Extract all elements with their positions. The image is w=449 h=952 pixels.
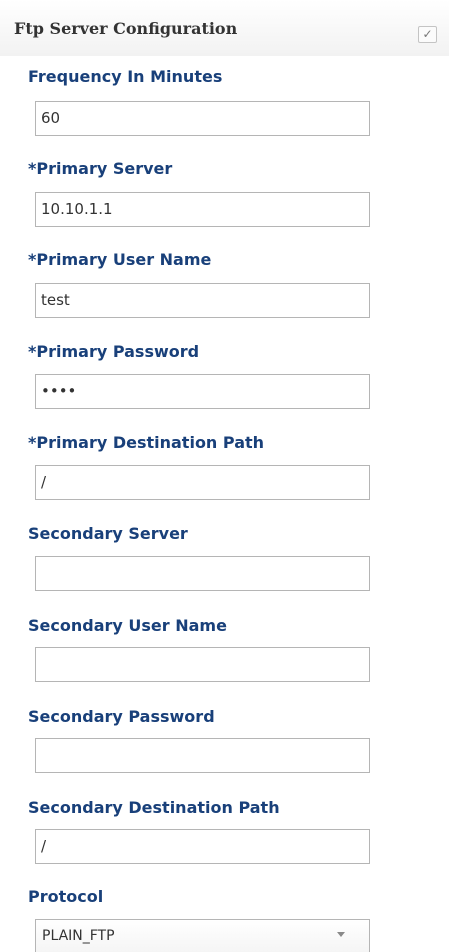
primary-password-label: *Primary Password [28,342,200,361]
section-title: Ftp Server Configuration [14,19,238,38]
protocol-select[interactable]: PLAIN_FTP [35,919,370,952]
primary-path-value: / [41,473,47,491]
secondary-server-input[interactable] [35,556,370,591]
frequency-value: 60 [41,109,61,127]
protocol-value: PLAIN_FTP [42,928,115,944]
secondary-password-label: Secondary Password [28,707,215,726]
primary-password-value: •••• [41,382,77,400]
frequency-input[interactable]: 60 [35,101,370,136]
secondary-path-value: / [41,837,47,855]
frequency-label: Frequency In Minutes [28,67,223,86]
chevron-down-icon [337,932,345,937]
primary-server-value: 10.10.1.1 [41,200,113,218]
primary-user-label: *Primary User Name [28,250,212,269]
secondary-server-label: Secondary Server [28,524,188,543]
section-header: Ftp Server Configuration ✓ [0,0,449,56]
primary-path-label: *Primary Destination Path [28,433,265,452]
primary-password-input[interactable]: •••• [35,374,370,409]
secondary-user-label: Secondary User Name [28,616,227,635]
secondary-path-label: Secondary Destination Path [28,798,280,817]
secondary-password-input[interactable] [35,738,370,773]
secondary-user-input[interactable] [35,647,370,682]
primary-server-input[interactable]: 10.10.1.1 [35,192,370,227]
primary-user-value: test [41,291,70,309]
secondary-path-input[interactable]: / [35,829,370,864]
checkmark-icon: ✓ [422,27,433,41]
primary-user-input[interactable]: test [35,283,370,318]
primary-server-label: *Primary Server [28,159,173,178]
protocol-label: Protocol [28,887,104,906]
primary-path-input[interactable]: / [35,465,370,500]
section-checkbox[interactable]: ✓ [418,26,437,43]
